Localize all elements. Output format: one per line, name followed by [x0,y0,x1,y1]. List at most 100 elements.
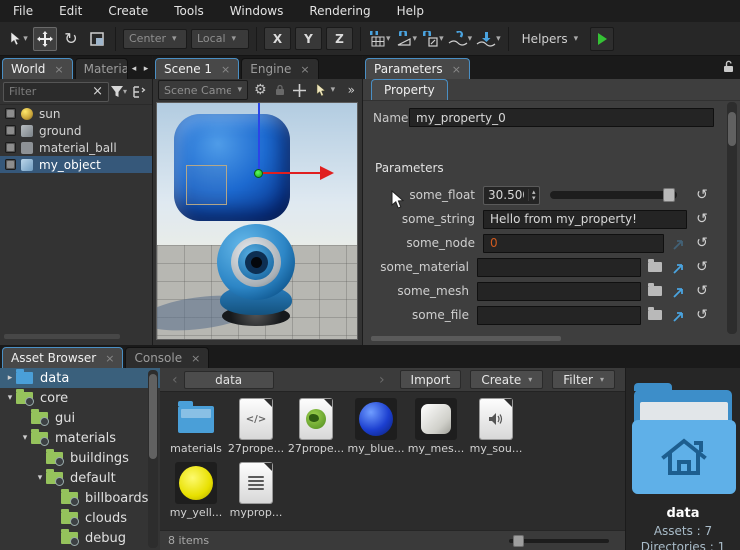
chevron-down-icon[interactable]: ▾ [331,85,336,95]
tab-engine[interactable]: Engine × [241,58,318,79]
move-tool-button[interactable] [33,27,57,51]
close-icon[interactable]: × [221,64,230,75]
chevron-down-icon[interactable]: ▾ [468,34,473,44]
thumbnail-size-slider[interactable] [509,539,609,543]
asset-item-yellow-material[interactable]: my_yell... [166,461,226,523]
close-icon[interactable]: × [300,64,309,75]
node-checkbox[interactable] [5,108,16,119]
menu-file[interactable]: File [0,0,46,22]
clear-filter-icon[interactable]: × [87,84,108,99]
filter-input[interactable] [4,85,87,98]
filter-button[interactable]: Filter ▾ [552,370,615,389]
menu-rendering[interactable]: Rendering [296,0,383,22]
scrollbar-thumb[interactable] [728,112,736,146]
chevron-down-icon[interactable]: ▾ [496,34,501,44]
browse-material-button[interactable] [646,259,664,275]
pick-file-button[interactable] [669,307,687,323]
reset-button[interactable]: ↺ [693,235,711,251]
reset-button[interactable]: ↺ [693,211,711,227]
menu-edit[interactable]: Edit [46,0,95,22]
tree-item-data[interactable]: ▸ data [0,368,160,388]
menu-help[interactable]: Help [384,0,437,22]
tab-console[interactable]: Console × [125,347,209,368]
tree-item-buildings[interactable]: buildings [0,448,160,468]
viewport-3d[interactable] [156,102,358,340]
import-button[interactable]: Import [400,370,462,389]
tree-item-debug[interactable]: debug [0,528,160,548]
close-icon[interactable]: × [54,64,63,75]
tab-materials[interactable]: Materials [75,58,128,79]
node-checkbox[interactable] [5,159,16,170]
breadcrumb-data[interactable]: data [184,371,274,389]
scroll-left-icon[interactable]: ◂ [128,64,140,74]
node-row-my-object[interactable]: my_object [0,156,152,173]
hierarchy-options-button[interactable] [129,82,149,102]
camera-dropdown[interactable]: Scene Camer ▾ [158,80,248,100]
float-slider[interactable] [550,191,677,199]
reset-button[interactable]: ↺ [693,283,711,299]
browse-file-button[interactable] [646,307,664,323]
spin-arrows[interactable]: ▴ ▾ [528,189,539,201]
asset-item-materials[interactable]: materials [166,397,226,459]
helpers-dropdown[interactable]: Helpers ▾ [515,27,585,51]
close-icon[interactable]: × [191,353,200,364]
tab-asset-browser[interactable]: Asset Browser × [2,347,123,368]
browse-mesh-button[interactable] [646,283,664,299]
node-checkbox[interactable] [5,142,16,153]
scrollbar-thumb[interactable] [149,374,157,459]
asset-item-sound[interactable]: my_sou... [466,397,526,459]
property-name-input[interactable] [409,108,714,127]
select-tool-button[interactable]: ▾ [7,27,31,51]
forward-icon[interactable]: › [373,372,391,388]
collapse-icon[interactable]: ▾ [19,433,31,443]
tree-item-default[interactable]: ▾ default [0,468,160,488]
scale-tool-button[interactable] [85,27,109,51]
float-input[interactable] [484,188,528,202]
node-row-ground[interactable]: ground [0,122,152,139]
asset-item-prop-text[interactable]: myprop... [226,461,286,523]
space-dropdown[interactable]: Local ▾ [191,29,249,49]
reset-button[interactable]: ↺ [693,307,711,323]
chevron-down-icon[interactable]: ▾ [386,34,391,44]
asset-item-world-file[interactable]: 27prope... [286,397,346,459]
snap-to-scale-button[interactable]: ▾ [421,31,444,47]
tab-scene-1[interactable]: Scene 1 × [155,58,239,79]
snap-by-angle-button[interactable]: ▾ [395,31,418,47]
reset-button[interactable]: ↺ [693,259,711,275]
node-row-material-ball[interactable]: material_ball [0,139,152,156]
tab-parameters[interactable]: Parameters × [365,58,470,79]
snap-to-grid-button[interactable]: ▾ [368,31,391,47]
mesh-input[interactable] [477,282,641,301]
material-input[interactable] [477,258,641,277]
scroll-right-icon[interactable]: ▸ [140,64,152,74]
world-hscrollbar[interactable] [4,334,120,339]
string-input[interactable] [483,210,687,229]
close-icon[interactable]: × [105,353,114,364]
chevron-down-icon[interactable]: ▾ [439,34,444,44]
asset-item-property-file[interactable]: </> 27prope... [226,397,286,459]
axis-y-button[interactable]: Y [295,27,322,50]
menu-windows[interactable]: Windows [217,0,297,22]
gizmo-x-axis[interactable] [259,172,321,174]
file-input[interactable] [477,306,641,325]
tree-item-gui[interactable]: gui [0,408,160,428]
float-spinbox[interactable]: ▴ ▾ [483,186,540,205]
node-checkbox[interactable] [5,125,16,136]
rotate-tool-button[interactable]: ↻ [59,27,83,51]
gizmo-x-arrowhead[interactable] [320,166,334,180]
node-row-sun[interactable]: sun [0,105,152,122]
pick-mesh-button[interactable] [669,283,687,299]
pick-material-button[interactable] [669,259,687,275]
chevron-down-icon[interactable]: ▾ [23,34,28,44]
collapse-icon[interactable]: ▾ [34,473,46,483]
params-hscrollbar[interactable] [371,336,561,341]
snap-to-surface-button[interactable]: ▾ [448,31,473,47]
create-button[interactable]: Create ▾ [470,370,543,389]
material-ball-object[interactable] [217,224,295,300]
expand-icon[interactable]: ▸ [4,373,16,383]
filter-options-button[interactable]: ▾ [109,82,129,102]
tree-item-billboards[interactable]: billboards [0,488,160,508]
tree-item-core[interactable]: ▾ core [0,388,160,408]
gizmo-center-handle[interactable] [254,169,263,178]
viewport-settings-button[interactable]: ⚙ [254,82,267,98]
